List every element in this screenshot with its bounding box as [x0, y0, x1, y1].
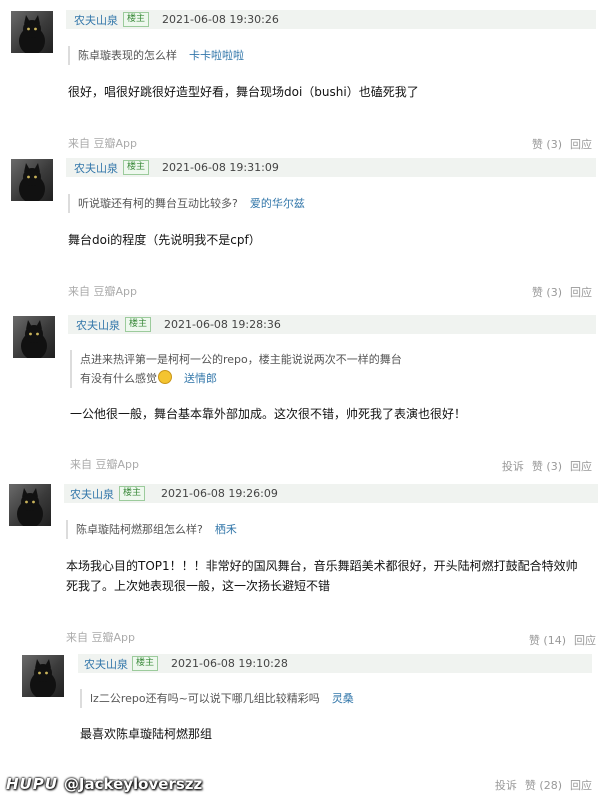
author-name[interactable]: 农夫山泉	[84, 656, 128, 672]
quoted-reply: lz二公repo还有吗~可以说下哪几组比较精彩吗 灵桑	[80, 689, 354, 708]
quote-text: lz二公repo还有吗~可以说下哪几组比较精彩吗	[90, 692, 320, 705]
watermark-handle: @Jackeyloverszz	[63, 775, 203, 793]
reply-button[interactable]: 回应	[570, 779, 592, 792]
comment-text: 最喜欢陈卓璇陆柯燃那组	[80, 727, 213, 741]
quote-author[interactable]: 灵桑	[332, 692, 354, 705]
watermark-brand: HUPU	[6, 775, 58, 793]
report-button[interactable]: 投诉	[495, 779, 517, 792]
avatar[interactable]	[22, 655, 64, 697]
like-button[interactable]: 赞 (28)	[525, 779, 562, 792]
watermark: HUPU @Jackeyloverszz	[6, 775, 202, 793]
op-badge: 楼主	[132, 656, 159, 671]
comment-actions: 投诉赞 (28) 回应	[487, 777, 592, 793]
comment-5: 农夫山泉 楼主 2021-06-08 19:10:28 lz二公repo还有吗~…	[0, 0, 606, 800]
timestamp: 2021-06-08 19:10:28	[171, 657, 288, 670]
comment-header: 农夫山泉 楼主 2021-06-08 19:10:28	[78, 654, 592, 673]
